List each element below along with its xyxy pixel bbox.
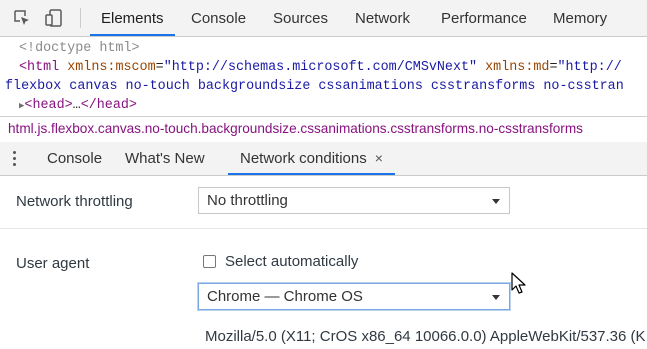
drawer-tab-whats-new[interactable]: What's New bbox=[125, 142, 205, 175]
device-toolbar-icon[interactable] bbox=[44, 8, 64, 28]
head-open-tag: <head> bbox=[24, 98, 73, 113]
mouse-cursor-icon bbox=[511, 272, 529, 296]
user-agent-select[interactable]: Chrome — Chrome OS bbox=[198, 283, 510, 310]
chevron-down-icon bbox=[492, 199, 500, 204]
drawer-tab-label: Network conditions bbox=[240, 150, 367, 167]
attr-xmlns-mscom: xmlns:mscom bbox=[67, 60, 156, 75]
close-icon[interactable]: × bbox=[375, 150, 383, 166]
head-ellipsis[interactable]: … bbox=[73, 98, 81, 113]
tab-memory[interactable]: Memory bbox=[553, 0, 607, 36]
network-throttling-select[interactable]: No throttling bbox=[198, 187, 510, 214]
select-automatically-label[interactable]: Select automatically bbox=[225, 253, 358, 270]
network-throttling-label: Network throttling bbox=[16, 193, 133, 210]
html-tag: <html bbox=[19, 60, 60, 75]
devtools-tab-bar: Elements Console Sources Network Perform… bbox=[0, 0, 647, 37]
drawer-tab-bar: Console What's New Network conditions × bbox=[0, 142, 647, 176]
drawer-menu-icon[interactable] bbox=[12, 151, 18, 167]
breadcrumb[interactable]: html.js.flexbox.canvas.no-touch.backgrou… bbox=[8, 121, 583, 136]
section-divider bbox=[0, 228, 647, 229]
toolbar-separator bbox=[80, 8, 81, 28]
drawer-tab-network-conditions[interactable]: Network conditions × bbox=[228, 142, 395, 175]
dom-head-node[interactable]: ▶<head>…</head> bbox=[19, 98, 137, 113]
user-agent-string: Mozilla/5.0 (X11; CrOS x86_64 10066.0.0)… bbox=[205, 328, 646, 345]
user-agent-label: User agent bbox=[16, 255, 90, 272]
drawer-tab-console[interactable]: Console bbox=[47, 142, 102, 175]
dom-html-node[interactable]: <html xmlns:mscom="http://schemas.micros… bbox=[19, 60, 622, 75]
inspect-element-icon[interactable] bbox=[12, 8, 32, 28]
head-close-tag: </head> bbox=[80, 98, 137, 113]
tab-network[interactable]: Network bbox=[355, 0, 410, 36]
attr-xmlns-mscom-value: "http://schemas.microsoft.com/CMSvNext" bbox=[163, 60, 478, 75]
attr-xmlns-md: xmlns:md bbox=[485, 60, 550, 75]
breadcrumb-bar: html.js.flexbox.canvas.no-touch.backgrou… bbox=[0, 116, 647, 143]
dom-doctype: <!doctype html> bbox=[19, 41, 140, 56]
tab-elements[interactable]: Elements bbox=[90, 0, 175, 36]
dom-html-class-value: flexbox canvas no-touch backgroundsize c… bbox=[5, 79, 624, 94]
tab-console[interactable]: Console bbox=[191, 0, 246, 36]
user-agent-value: Chrome — Chrome OS bbox=[207, 288, 363, 305]
select-automatically-checkbox[interactable] bbox=[203, 255, 216, 268]
network-throttling-value: No throttling bbox=[207, 192, 288, 209]
attr-xmlns-md-value: "http:// bbox=[557, 60, 622, 75]
tab-performance[interactable]: Performance bbox=[441, 0, 527, 36]
chevron-down-icon bbox=[492, 295, 500, 300]
tab-sources[interactable]: Sources bbox=[273, 0, 328, 36]
